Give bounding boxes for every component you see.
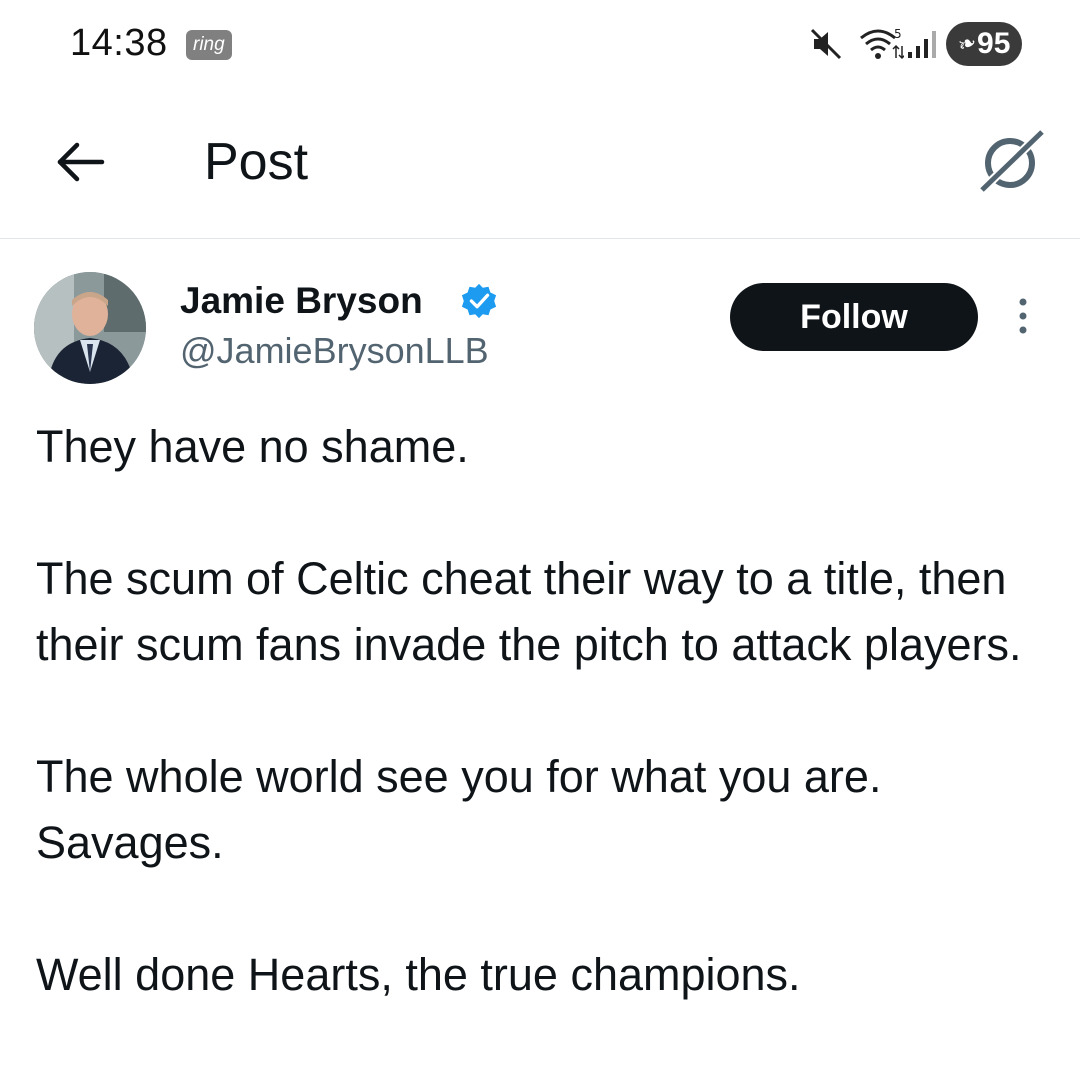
post-paragraph: They have no shame. [36, 421, 469, 472]
top-app-bar: Post [0, 92, 1080, 239]
grok-icon[interactable] [976, 126, 1046, 196]
back-arrow-icon[interactable] [50, 132, 110, 192]
status-time: 14:38 [70, 22, 168, 64]
more-options-icon[interactable] [1012, 296, 1034, 340]
avatar[interactable] [34, 272, 146, 384]
signal-icon [908, 31, 936, 58]
post-paragraph: Well done Hearts, the true champions. [36, 949, 801, 1000]
avatar-image [34, 272, 146, 384]
page-title: Post [204, 133, 309, 191]
ring-notification-icon: ring [186, 30, 232, 60]
svg-text:5: 5 [894, 27, 902, 41]
battery-level: 95 [977, 27, 1011, 60]
leaf-icon: ❧ [953, 28, 980, 59]
post-paragraph: The scum of Celtic cheat their way to a … [36, 553, 1022, 670]
wifi-icon: 5 [860, 27, 904, 60]
author-name[interactable]: Jamie Bryson [180, 280, 423, 322]
status-bar: 14:38 ring 5 ❧ 95 [0, 0, 1080, 92]
follow-button[interactable]: Follow [730, 283, 978, 351]
post-text: They have no shame. The scum of Celtic c… [36, 414, 1056, 1074]
author-handle[interactable]: @JamieBrysonLLB [180, 330, 489, 372]
verified-badge-icon [461, 283, 497, 319]
battery-icon: ❧ 95 [946, 22, 1022, 66]
post-paragraph: The whole world see you for what you are… [36, 751, 882, 868]
mute-icon [810, 28, 842, 60]
